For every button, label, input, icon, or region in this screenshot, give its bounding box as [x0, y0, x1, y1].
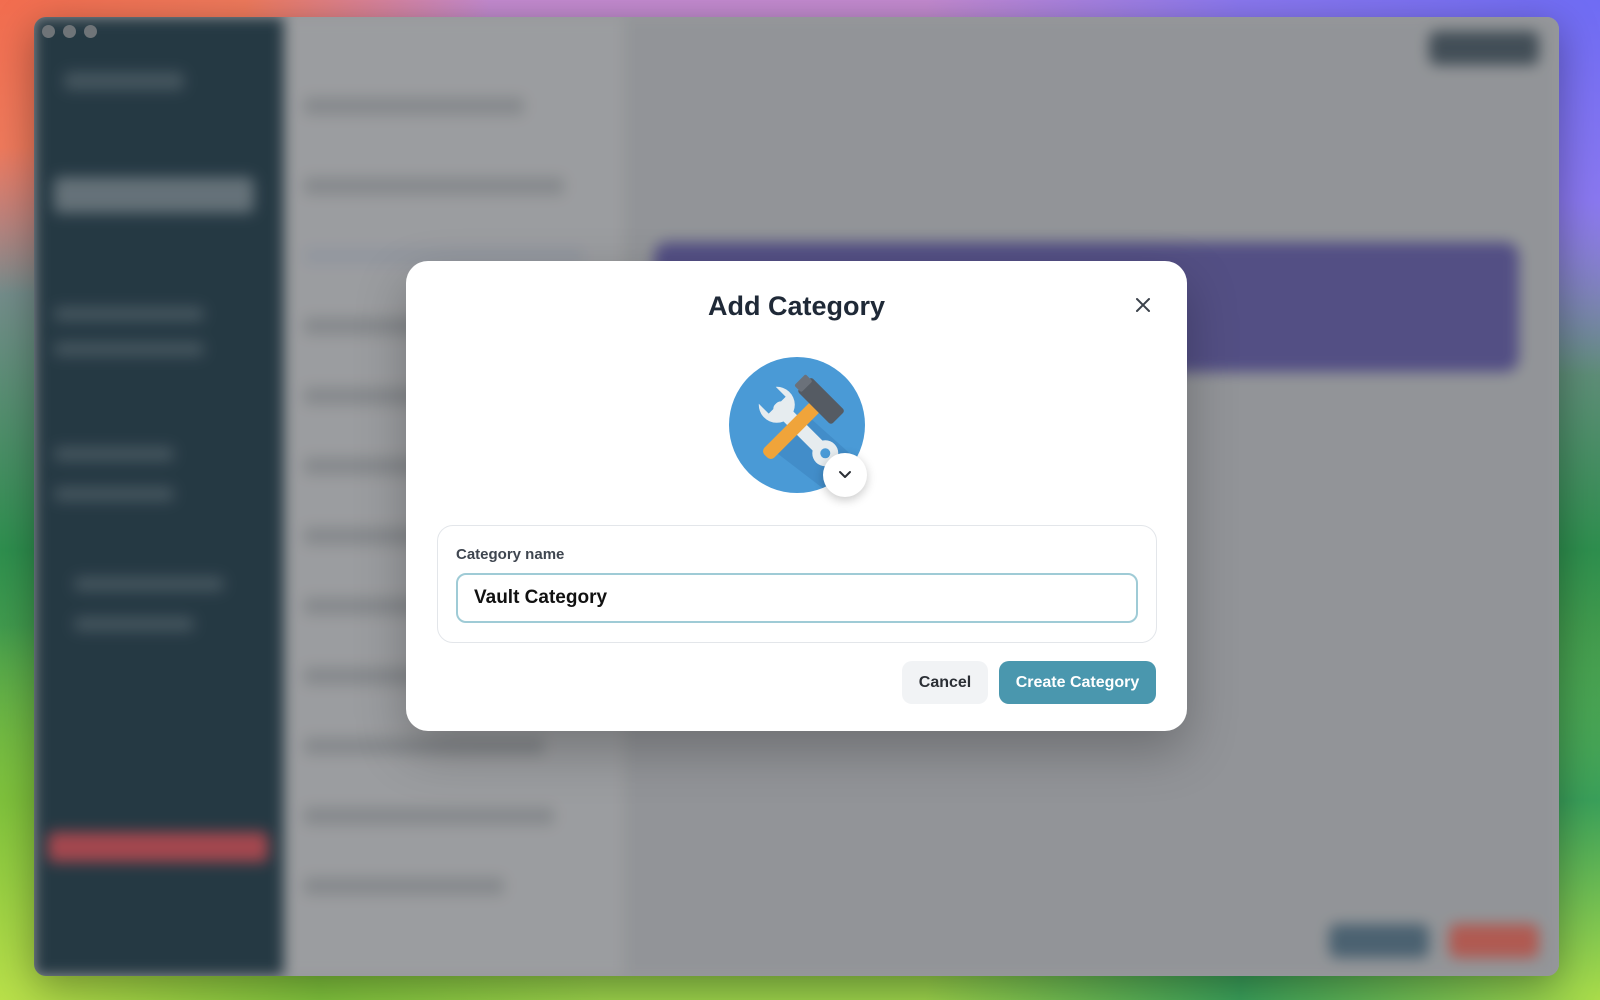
category-name-input[interactable] — [456, 573, 1138, 623]
close-window-button[interactable] — [42, 25, 55, 38]
category-name-field-card: Category name — [437, 525, 1157, 643]
category-icon-picker[interactable] — [729, 357, 867, 497]
close-dialog-button[interactable] — [1129, 291, 1157, 319]
icon-dropdown-button[interactable] — [823, 453, 867, 497]
dialog-title: Add Category — [707, 291, 886, 321]
cancel-button[interactable]: Cancel — [902, 661, 988, 704]
add-category-dialog: Add Category Category name Vault Categor… — [406, 261, 1187, 731]
close-icon — [1136, 298, 1150, 312]
minimize-window-button[interactable] — [63, 25, 76, 38]
category-name-label: Category name — [456, 546, 565, 563]
window-controls — [42, 25, 97, 38]
create-category-button[interactable]: Create Category — [999, 661, 1156, 704]
zoom-window-button[interactable] — [84, 25, 97, 38]
chevron-down-icon — [839, 471, 851, 478]
